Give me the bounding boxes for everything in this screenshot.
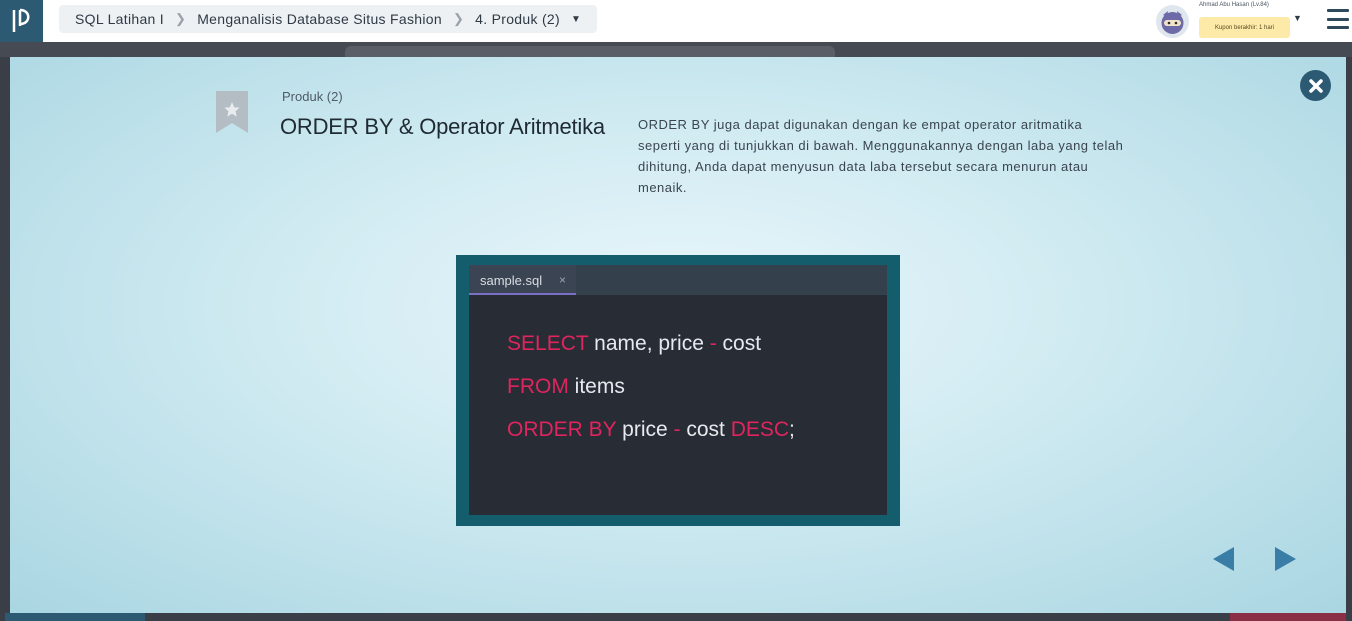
background-panel bbox=[1230, 613, 1346, 621]
menu-bar bbox=[1327, 17, 1349, 21]
sql-keyword: DESC bbox=[730, 418, 790, 441]
sql-keyword: FROM bbox=[507, 375, 569, 398]
sql-token: items bbox=[568, 375, 625, 398]
slide-subtitle: Produk (2) bbox=[282, 89, 343, 104]
code-line: FROM items bbox=[507, 375, 625, 399]
sql-operator: - bbox=[709, 332, 717, 355]
menu-bar bbox=[1327, 9, 1349, 12]
user-name[interactable]: Ahmad Abu Hasan (Lv.84) bbox=[1199, 2, 1269, 8]
code-line: SELECT name, price - cost bbox=[507, 332, 761, 356]
avatar[interactable] bbox=[1156, 5, 1189, 38]
ninja-avatar-icon bbox=[1161, 11, 1184, 34]
breadcrumb-exercise[interactable]: 4. Produk (2) bbox=[475, 11, 560, 27]
chevron-right-icon: ❯ bbox=[452, 11, 465, 26]
code-line: ORDER BY price - cost DESC; bbox=[507, 418, 795, 442]
slide-modal: Produk (2) ORDER BY & Operator Aritmetik… bbox=[10, 57, 1346, 613]
close-button[interactable] bbox=[1300, 70, 1331, 101]
sql-keyword: ORDER BY bbox=[507, 418, 617, 441]
code-editor: sample.sql × SELECT name, price - cost F… bbox=[469, 265, 887, 515]
coupon-badge[interactable]: Kupon berakhir: 1 hari bbox=[1199, 17, 1290, 38]
menu-bar bbox=[1327, 26, 1349, 29]
code-tab-bar: sample.sql × bbox=[469, 265, 887, 295]
logo-icon[interactable] bbox=[0, 0, 43, 42]
sql-keyword: SELECT bbox=[507, 332, 589, 355]
code-tab[interactable]: sample.sql × bbox=[469, 265, 576, 295]
hamburger-menu-icon[interactable] bbox=[1327, 9, 1349, 29]
caret-down-icon[interactable]: ▼ bbox=[1293, 13, 1302, 23]
top-bar: SQL Latihan I ❯ Menganalisis Database Si… bbox=[0, 0, 1352, 42]
tab-close-icon[interactable]: × bbox=[559, 273, 566, 287]
bookmark-star-icon bbox=[215, 90, 249, 134]
background-panel bbox=[345, 46, 835, 57]
sql-token: name, price bbox=[588, 332, 710, 355]
sql-token: cost bbox=[716, 332, 762, 355]
slide-title: ORDER BY & Operator Aritmetika bbox=[280, 114, 605, 139]
close-icon bbox=[1308, 78, 1323, 93]
breadcrumb: SQL Latihan I ❯ Menganalisis Database Si… bbox=[59, 5, 598, 33]
sql-operator: - bbox=[673, 418, 681, 441]
caret-down-icon[interactable]: ▼ bbox=[571, 14, 581, 25]
background-panel bbox=[5, 613, 145, 621]
code-tab-label: sample.sql bbox=[480, 273, 543, 288]
next-arrow-icon[interactable] bbox=[1275, 547, 1296, 571]
slide-description: ORDER BY juga dapat digunakan dengan ke … bbox=[638, 117, 1124, 195]
breadcrumb-course[interactable]: SQL Latihan I bbox=[75, 11, 164, 27]
breadcrumb-lesson[interactable]: Menganalisis Database Situs Fashion bbox=[197, 11, 442, 27]
prev-arrow-icon[interactable] bbox=[1213, 547, 1234, 571]
sql-token: cost bbox=[680, 418, 731, 441]
sql-token: ; bbox=[789, 418, 795, 441]
code-window: sample.sql × SELECT name, price - cost F… bbox=[456, 255, 900, 526]
progate-logo-icon bbox=[12, 8, 29, 32]
chevron-right-icon: ❯ bbox=[175, 11, 187, 26]
sql-token: price bbox=[616, 418, 674, 441]
